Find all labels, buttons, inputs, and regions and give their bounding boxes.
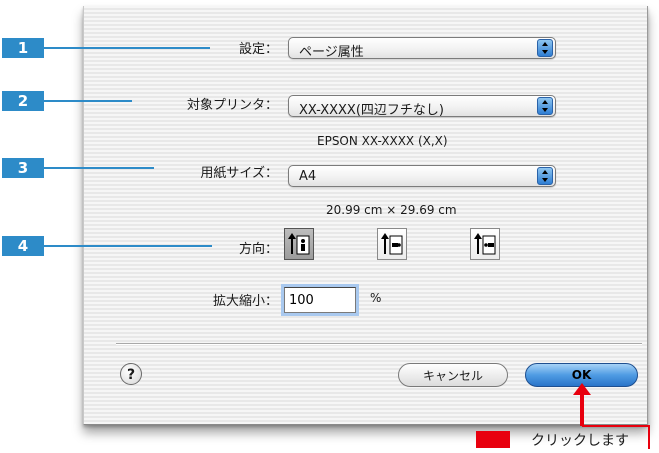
callout-1-line: [44, 47, 210, 49]
printer-model-text: EPSON XX-XXXX (X,X): [317, 134, 448, 148]
callout-1-badge: 1: [2, 38, 44, 58]
orientation-portrait-button[interactable]: [284, 228, 314, 260]
scale-label: 拡大縮小：: [212, 294, 278, 309]
portrait-icon: [288, 233, 310, 255]
callout-2-line: [44, 100, 132, 102]
callout-4-line: [44, 245, 212, 247]
cancel-button[interactable]: キャンセル: [398, 363, 508, 387]
printer-label: 対象プリンタ：: [186, 98, 278, 113]
paper-size-popup[interactable]: A4: [288, 165, 556, 187]
settings-popup[interactable]: ページ属性: [288, 37, 556, 60]
orientation-label: 方向：: [238, 242, 278, 257]
settings-popup-value: ページ属性: [299, 45, 364, 60]
paper-size-popup-value: A4: [299, 169, 317, 184]
red-arrow-shaft: [580, 393, 584, 426]
separator: [116, 343, 642, 345]
annotation-marker: [476, 431, 510, 448]
landscape-right-icon: [474, 233, 496, 255]
help-button[interactable]: ?: [120, 363, 142, 385]
scale-unit: %: [370, 291, 382, 305]
callout-3-line: [44, 167, 154, 169]
popup-arrows-icon: [537, 97, 553, 115]
scale-input[interactable]: [284, 287, 356, 313]
callout-3-badge: 3: [2, 158, 44, 178]
orientation-landscape-left-button[interactable]: [377, 228, 407, 260]
popup-arrows-icon: [537, 167, 553, 185]
orientation-landscape-right-button[interactable]: [470, 228, 500, 260]
popup-arrows-icon: [537, 39, 553, 57]
paper-size-label: 用紙サイズ：: [200, 166, 278, 181]
callout-4-badge: 4: [2, 236, 44, 256]
red-leader-line-vertical: [648, 425, 650, 449]
printer-popup[interactable]: XX-XXXX(四辺フチなし): [288, 95, 556, 118]
red-leader-line: [582, 425, 650, 427]
click-instruction-text: クリックします: [531, 433, 629, 449]
printer-popup-value: XX-XXXX(四辺フチなし): [299, 103, 444, 118]
landscape-left-icon: [381, 233, 403, 255]
settings-label: 設定：: [238, 42, 278, 57]
callout-2-badge: 2: [2, 91, 44, 111]
paper-dimensions-text: 20.99 cm × 29.69 cm: [326, 203, 457, 217]
